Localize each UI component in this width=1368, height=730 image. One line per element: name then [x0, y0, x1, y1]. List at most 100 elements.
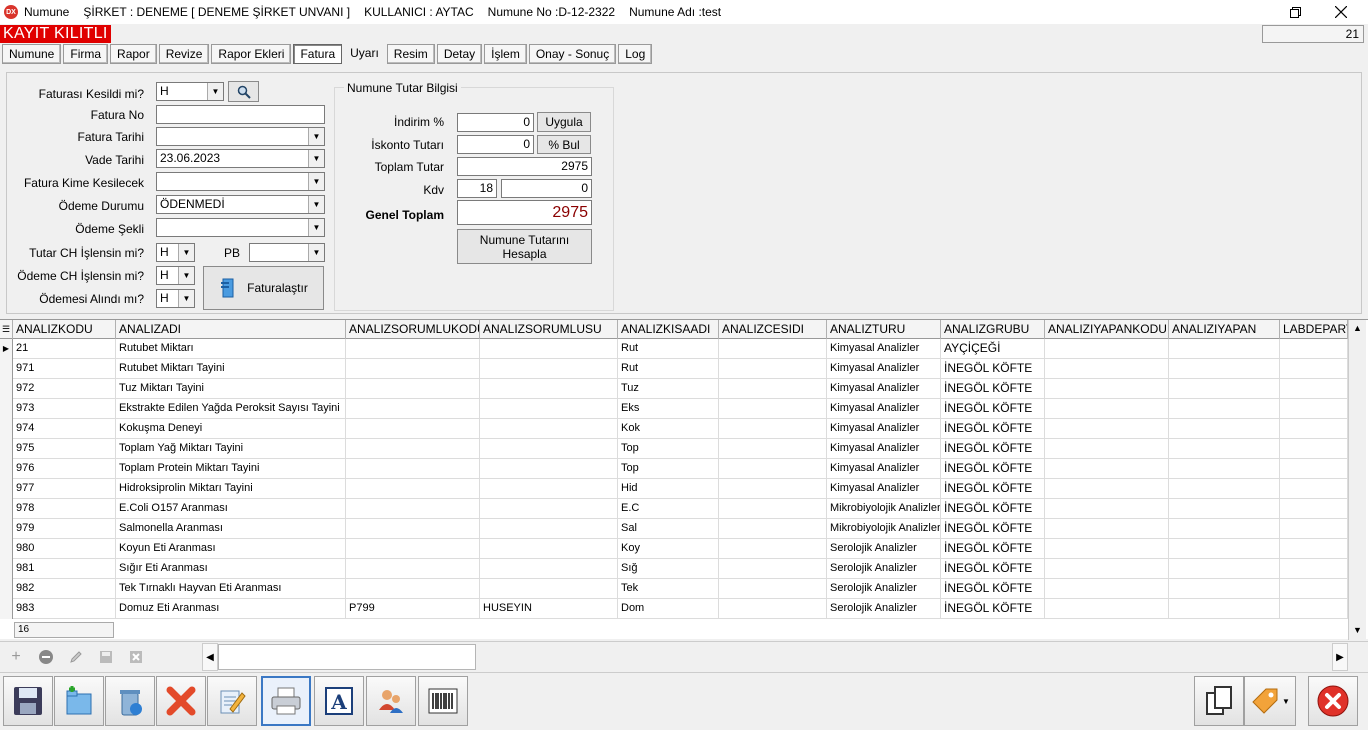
scroll-thumb[interactable] — [218, 644, 476, 670]
cell-analizturu[interactable]: Serolojik Analizler — [827, 579, 941, 599]
chevron-down-icon[interactable]: ▼ — [308, 244, 324, 261]
vade-tarihi-select[interactable]: 23.06.2023 ▼ — [156, 149, 325, 168]
table-row[interactable]: 974 Kokuşma Deneyi Kok Kimyasal Analizler İN… — [0, 419, 1348, 439]
tab-resim[interactable]: Resim — [386, 44, 435, 64]
cell-analizturu[interactable]: Serolojik Analizler — [827, 539, 941, 559]
kdv-rate-input[interactable]: 18 — [457, 179, 497, 198]
table-row[interactable]: 983 Domuz Eti Aranması P799 HUSEYIN Dom Serol… — [0, 599, 1348, 619]
tab-islem[interactable]: İşlem — [484, 44, 527, 64]
tag-dropdown-button[interactable]: ▼ — [1244, 676, 1296, 726]
cell-analiziyapankodu[interactable] — [1045, 459, 1169, 479]
restore-button[interactable] — [1272, 0, 1318, 24]
cell-analizkisaadi[interactable]: Koy — [618, 539, 719, 559]
cell-analizturu[interactable]: Serolojik Analizler — [827, 559, 941, 579]
cell-analizsorumlukodu[interactable] — [346, 339, 480, 359]
fatura-tarihi-select[interactable]: ▼ — [156, 127, 325, 146]
chevron-down-icon[interactable]: ▼ — [1282, 697, 1290, 706]
cancel-icon[interactable] — [127, 648, 145, 666]
cell-analizadi[interactable]: Toplam Yağ Miktarı Tayini — [116, 439, 346, 459]
faturasi-kesildi-select[interactable]: H ▼ — [156, 82, 224, 101]
row-indicator[interactable] — [0, 539, 13, 559]
cell-labdeparti[interactable] — [1280, 479, 1348, 499]
cell-labdeparti[interactable] — [1280, 339, 1348, 359]
cell-analizsorumlukodu[interactable] — [346, 519, 480, 539]
tab-detay[interactable]: Detay — [436, 44, 483, 64]
table-row[interactable]: 972 Tuz Miktarı Tayini Tuz Kimyasal Analizl… — [0, 379, 1348, 399]
cell-analizadi[interactable]: Ekstrakte Edilen Yağda Peroksit Sayısı T… — [116, 399, 346, 419]
cell-analizsorumlukodu[interactable] — [346, 359, 480, 379]
cell-analiziyapan[interactable] — [1169, 379, 1280, 399]
chevron-down-icon[interactable]: ▼ — [178, 267, 194, 284]
col-analizkisaadi[interactable]: ANALIZKISAADI — [618, 320, 719, 339]
cell-analizsorumlusu[interactable] — [480, 499, 618, 519]
cell-analizcesidi[interactable] — [719, 539, 827, 559]
table-row[interactable]: 981 Sığır Eti Aranması Sığ Serolojik Analiz… — [0, 559, 1348, 579]
cell-analizsorumlusu[interactable] — [480, 339, 618, 359]
row-indicator[interactable] — [0, 479, 13, 499]
cell-analizsorumlukodu[interactable] — [346, 459, 480, 479]
cell-analizsorumlukodu[interactable] — [346, 539, 480, 559]
cell-analizgrubu[interactable]: İNEGÖL KÖFTE — [941, 499, 1045, 519]
cell-analizadi[interactable]: Salmonella Aranması — [116, 519, 346, 539]
cell-analizkodu[interactable]: 971 — [13, 359, 116, 379]
cell-analizsorumlukodu[interactable] — [346, 379, 480, 399]
cell-analizadi[interactable]: Tek Tırnaklı Hayvan Eti Aranması — [116, 579, 346, 599]
cell-analizturu[interactable]: Kimyasal Analizler — [827, 359, 941, 379]
cell-analiziyapankodu[interactable] — [1045, 419, 1169, 439]
search-button[interactable] — [228, 81, 259, 102]
cell-analizkodu[interactable]: 978 — [13, 499, 116, 519]
col-labdeparti[interactable]: LABDEPARTI — [1280, 320, 1348, 339]
cell-analiziyapankodu[interactable] — [1045, 379, 1169, 399]
cell-analizsorumlukodu[interactable] — [346, 579, 480, 599]
cell-analizsorumlukodu[interactable] — [346, 439, 480, 459]
tab-revize[interactable]: Revize — [158, 44, 210, 64]
scroll-left-icon[interactable]: ◀ — [202, 643, 218, 671]
row-indicator[interactable] — [0, 459, 13, 479]
cell-analizturu[interactable]: Serolojik Analizler — [827, 599, 941, 619]
row-indicator[interactable] — [0, 359, 13, 379]
remove-icon[interactable] — [37, 648, 55, 666]
cell-analiziyapan[interactable] — [1169, 439, 1280, 459]
col-analizadi[interactable]: ANALIZADI — [116, 320, 346, 339]
cell-analizadi[interactable]: Domuz Eti Aranması — [116, 599, 346, 619]
row-indicator[interactable] — [0, 399, 13, 419]
scroll-right-icon[interactable]: ▶ — [1332, 643, 1348, 671]
odeme-durumu-select[interactable]: ÖDENMEDİ ▼ — [156, 195, 325, 214]
cell-analizturu[interactable]: Kimyasal Analizler — [827, 379, 941, 399]
cell-analizkisaadi[interactable]: Dom — [618, 599, 719, 619]
tab-firma[interactable]: Firma — [63, 44, 109, 64]
cell-analizkisaadi[interactable]: Kok — [618, 419, 719, 439]
cell-analiziyapankodu[interactable] — [1045, 439, 1169, 459]
table-row[interactable]: ▶ 21 Rutubet Miktarı Rut Kimyasal Analizler A… — [0, 339, 1348, 359]
cell-analizsorumlukodu[interactable] — [346, 399, 480, 419]
cell-analizkodu[interactable]: 974 — [13, 419, 116, 439]
cell-analizsorumlukodu[interactable] — [346, 499, 480, 519]
faturalastir-button[interactable]: Faturalaştır — [203, 266, 324, 310]
fatura-kime-select[interactable]: ▼ — [156, 172, 325, 191]
cell-analiziyapan[interactable] — [1169, 519, 1280, 539]
table-row[interactable]: 971 Rutubet Miktarı Tayini Rut Kimyasal Ana… — [0, 359, 1348, 379]
current-row-indicator-icon[interactable]: ▶ — [0, 339, 13, 359]
cell-analizkisaadi[interactable]: Hid — [618, 479, 719, 499]
cell-analizadi[interactable]: Rutubet Miktarı Tayini — [116, 359, 346, 379]
cell-labdeparti[interactable] — [1280, 579, 1348, 599]
cell-analizkodu[interactable]: 983 — [13, 599, 116, 619]
cell-analiziyapankodu[interactable] — [1045, 559, 1169, 579]
table-row[interactable]: 977 Hidroksiprolin Miktarı Tayini Hid Kimya… — [0, 479, 1348, 499]
scroll-up-icon[interactable]: ▲ — [1349, 320, 1366, 337]
tab-uyari[interactable]: Uyarı — [344, 44, 385, 64]
cell-analizkodu[interactable]: 976 — [13, 459, 116, 479]
delete-button[interactable] — [105, 676, 155, 726]
cell-labdeparti[interactable] — [1280, 399, 1348, 419]
cell-analizkisaadi[interactable]: Tek — [618, 579, 719, 599]
row-indicator[interactable] — [0, 599, 13, 619]
chevron-down-icon[interactable]: ▼ — [207, 83, 223, 100]
cell-analizgrubu[interactable]: İNEGÖL KÖFTE — [941, 359, 1045, 379]
cell-labdeparti[interactable] — [1280, 379, 1348, 399]
cell-analizsorumlusu[interactable] — [480, 559, 618, 579]
save-button[interactable] — [3, 676, 53, 726]
cell-analizcesidi[interactable] — [719, 599, 827, 619]
cell-analizcesidi[interactable] — [719, 359, 827, 379]
cell-analizcesidi[interactable] — [719, 499, 827, 519]
horizontal-scrollbar[interactable]: ◀ ▶ — [202, 643, 1348, 671]
